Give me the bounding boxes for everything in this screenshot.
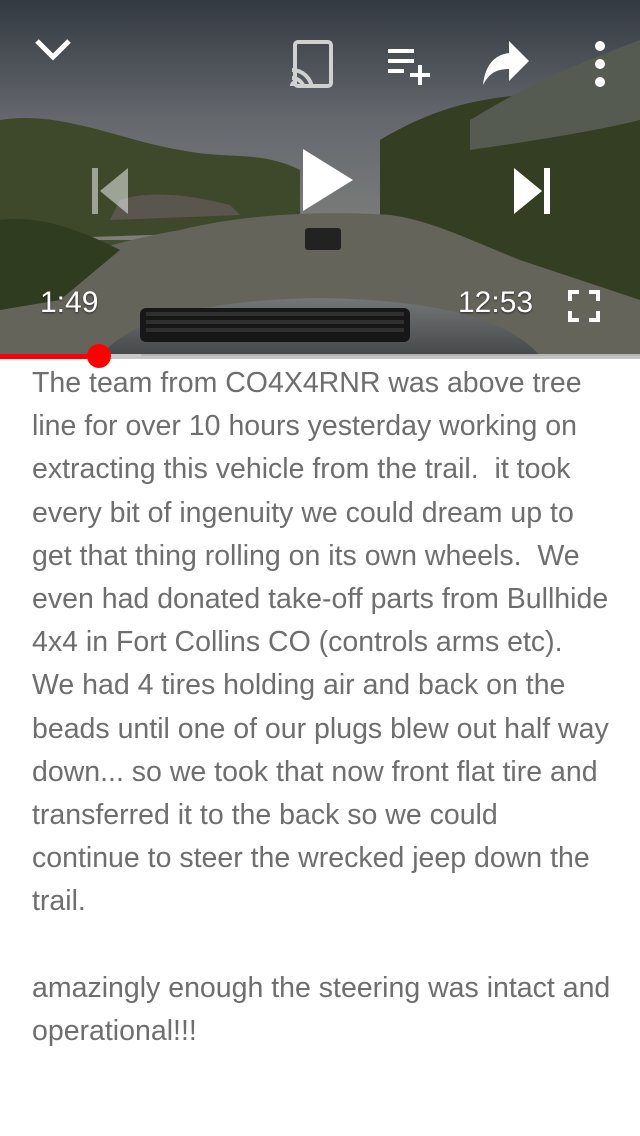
video-duration: 12:53 — [458, 286, 534, 319]
video-player[interactable]: 1:49 12:53 — [0, 0, 640, 356]
current-time: 1:49 — [40, 286, 99, 319]
add-to-queue-icon — [388, 49, 430, 85]
cast-icon — [290, 40, 333, 88]
description-paragraph: amazingly enough the steering was intact… — [32, 971, 619, 1048]
share-button[interactable] — [478, 34, 534, 90]
play-button[interactable] — [294, 144, 360, 216]
fullscreen-icon — [568, 290, 600, 322]
previous-button[interactable] — [84, 162, 134, 220]
fullscreen-button[interactable] — [562, 284, 606, 328]
description-paragraph: The team from CO4X4RNR was above tree li… — [32, 367, 617, 918]
cast-button[interactable] — [284, 34, 340, 92]
skip-previous-icon — [92, 168, 128, 214]
more-options-button[interactable] — [584, 36, 616, 92]
share-icon — [483, 41, 529, 85]
progress-played — [0, 354, 99, 359]
minimize-button[interactable] — [28, 28, 78, 72]
chevron-down-icon — [35, 39, 71, 61]
skip-next-icon — [514, 168, 550, 214]
add-to-queue-button[interactable] — [384, 40, 432, 90]
progress-bar[interactable] — [0, 344, 640, 368]
video-description: The team from CO4X4RNR was above tree li… — [32, 362, 612, 1053]
play-icon — [303, 149, 353, 211]
next-button[interactable] — [508, 162, 558, 220]
more-vertical-icon — [595, 41, 605, 87]
